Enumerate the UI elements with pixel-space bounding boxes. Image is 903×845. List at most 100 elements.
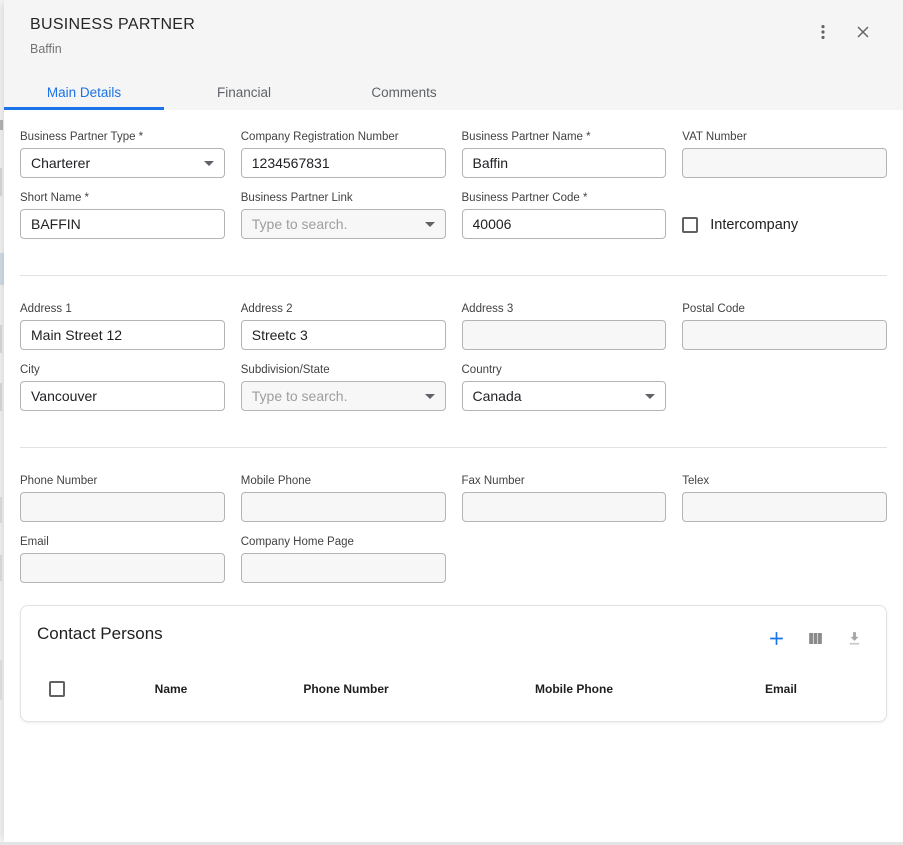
fax-number-input[interactable]: [462, 492, 667, 522]
add-contact-button[interactable]: [764, 626, 788, 650]
page-subtitle: Baffin: [30, 42, 195, 56]
field-label: Mobile Phone: [241, 474, 446, 488]
page-edge-fragment: [0, 383, 2, 411]
close-button[interactable]: [851, 20, 875, 44]
address-3-input[interactable]: [462, 320, 667, 350]
page-edge-fragment: [0, 660, 2, 700]
city-input[interactable]: [20, 381, 225, 411]
business-partner-type-select[interactable]: Charterer: [20, 148, 225, 178]
field-business-partner-link: Business Partner Link Type to search.: [241, 191, 446, 239]
field-label: Phone Number: [20, 474, 225, 488]
field-country: Country Canada: [462, 363, 667, 411]
field-postal-code: Postal Code: [682, 302, 887, 350]
field-label: Short Name *: [20, 191, 225, 205]
column-header-name: Name: [65, 682, 277, 696]
phone-number-input[interactable]: [20, 492, 225, 522]
contact-persons-card: Contact Persons: [20, 605, 887, 722]
field-address-1: Address 1: [20, 302, 225, 350]
intercompany-checkbox[interactable]: [682, 217, 698, 233]
kebab-menu-icon: [813, 22, 833, 42]
close-icon: [853, 22, 873, 42]
form-content: Business Partner Type * Charterer Compan…: [4, 130, 903, 722]
field-phone-number: Phone Number: [20, 474, 225, 522]
page-edge-fragment: [0, 555, 2, 581]
column-header-phone-number: Phone Number: [277, 682, 415, 696]
contact-persons-table-header: Name Phone Number Mobile Phone Email: [21, 679, 886, 699]
field-label: Company Home Page: [241, 535, 446, 549]
field-label: Address 3: [462, 302, 667, 316]
section-divider: [20, 447, 887, 448]
field-address-2: Address 2: [241, 302, 446, 350]
dropdown-caret-icon: [204, 161, 214, 166]
dropdown-caret-icon: [425, 222, 435, 227]
field-label: Country: [462, 363, 667, 377]
tab-financial[interactable]: Financial: [164, 74, 324, 110]
field-label: City: [20, 363, 225, 377]
contact-persons-title: Contact Persons: [37, 624, 163, 644]
email-input[interactable]: [20, 553, 225, 583]
kebab-menu-button[interactable]: [811, 20, 835, 44]
field-business-partner-name: Business Partner Name *: [462, 130, 667, 178]
download-icon: [845, 629, 864, 648]
field-label: Subdivision/State: [241, 363, 446, 377]
short-name-input[interactable]: [20, 209, 225, 239]
field-label: Address 1: [20, 302, 225, 316]
panel-header: BUSINESS PARTNER Baffin: [4, 0, 903, 110]
column-header-mobile-phone: Mobile Phone: [415, 682, 733, 696]
field-label: Fax Number: [462, 474, 667, 488]
page-edge-fragment: [0, 168, 2, 196]
postal-code-input[interactable]: [682, 320, 887, 350]
field-short-name: Short Name *: [20, 191, 225, 239]
view-columns-icon: [806, 629, 825, 648]
field-telex: Telex: [682, 474, 887, 522]
field-label: Business Partner Code *: [462, 191, 667, 205]
field-business-partner-code: Business Partner Code *: [462, 191, 667, 239]
field-company-registration-number: Company Registration Number: [241, 130, 446, 178]
download-button[interactable]: [842, 626, 866, 650]
company-registration-number-input[interactable]: [241, 148, 446, 178]
field-subdivision-state: Subdivision/State Type to search.: [241, 363, 446, 411]
subdivision-state-select[interactable]: Type to search.: [241, 381, 446, 411]
header-text: BUSINESS PARTNER Baffin: [30, 16, 195, 56]
field-label: Business Partner Type *: [20, 130, 225, 144]
add-icon: [767, 629, 786, 648]
country-select[interactable]: Canada: [462, 381, 667, 411]
column-header-email: Email: [733, 682, 829, 696]
field-label: Address 2: [241, 302, 446, 316]
field-intercompany: Intercompany: [682, 211, 887, 239]
telex-input[interactable]: [682, 492, 887, 522]
field-label: Postal Code: [682, 302, 887, 316]
tab-comments[interactable]: Comments: [324, 74, 484, 110]
vat-number-input[interactable]: [682, 148, 887, 178]
field-label: Email: [20, 535, 225, 549]
page-edge-fragment: [0, 120, 3, 130]
field-label: Telex: [682, 474, 887, 488]
business-partner-link-select[interactable]: Type to search.: [241, 209, 446, 239]
field-label: Business Partner Name *: [462, 130, 667, 144]
tab-bar: Main Details Financial Comments: [4, 74, 484, 110]
field-label: Company Registration Number: [241, 130, 446, 144]
field-address-3: Address 3: [462, 302, 667, 350]
field-fax-number: Fax Number: [462, 474, 667, 522]
empty-grid-cell: [682, 535, 887, 583]
dropdown-caret-icon: [645, 394, 655, 399]
mobile-phone-input[interactable]: [241, 492, 446, 522]
address-1-input[interactable]: [20, 320, 225, 350]
empty-grid-cell: [682, 363, 887, 411]
field-email: Email: [20, 535, 225, 583]
empty-grid-cell: [462, 535, 667, 583]
dropdown-caret-icon: [425, 394, 435, 399]
field-label: VAT Number: [682, 130, 887, 144]
business-partner-code-input[interactable]: [462, 209, 667, 239]
tab-main-details[interactable]: Main Details: [4, 74, 164, 110]
header-actions: [811, 16, 875, 56]
field-vat-number: VAT Number: [682, 130, 887, 178]
page-edge-fragment: [0, 497, 2, 523]
business-partner-name-input[interactable]: [462, 148, 667, 178]
view-columns-button[interactable]: [803, 626, 827, 650]
company-home-page-input[interactable]: [241, 553, 446, 583]
select-all-checkbox[interactable]: [49, 681, 65, 697]
field-business-partner-type: Business Partner Type * Charterer: [20, 130, 225, 178]
field-label: Business Partner Link: [241, 191, 446, 205]
address-2-input[interactable]: [241, 320, 446, 350]
